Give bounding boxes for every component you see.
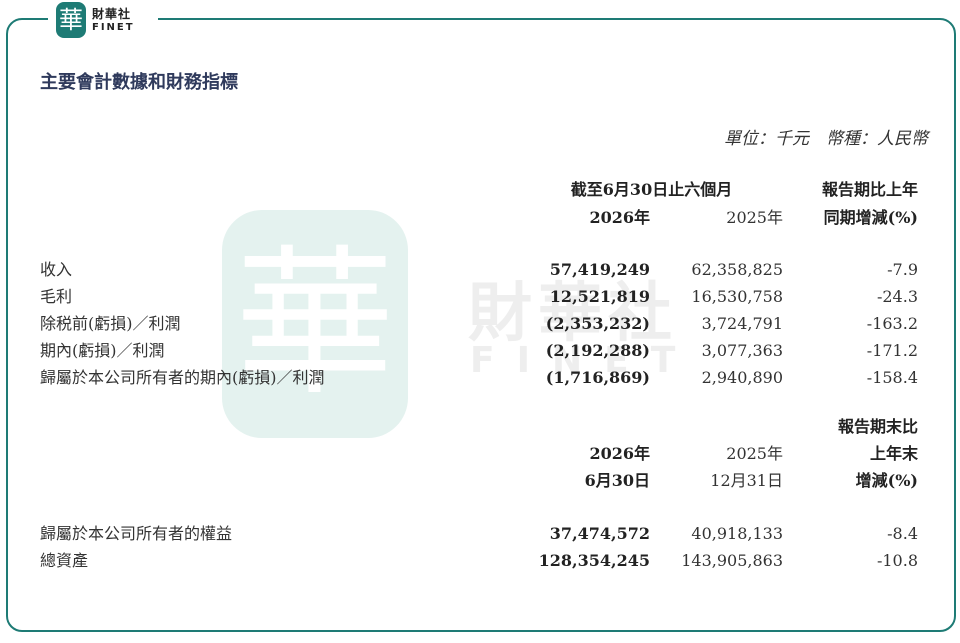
row-change: -8.4: [887, 524, 918, 543]
balance-prior-year: 2025年: [726, 444, 783, 463]
row-label: 歸屬於本公司所有者的權益: [40, 524, 233, 543]
row-current: 12,521,819: [549, 287, 650, 306]
col-prior-year: 2025年: [726, 208, 783, 227]
row-prior: 62,358,825: [691, 260, 783, 279]
col-current-year: 2026年: [589, 208, 650, 227]
row-prior: 40,918,133: [691, 524, 783, 543]
balance-prior-date: 12月31日: [710, 471, 783, 490]
row-label: 歸屬於本公司所有者的期內(虧損)／利潤: [40, 368, 325, 387]
logo-seal-icon: 華: [56, 2, 86, 38]
logo-name-cn: 財華社: [92, 7, 132, 21]
balance-change-line1: 報告期末比: [837, 417, 918, 436]
row-prior: 3,724,791: [701, 314, 783, 333]
row-current: (2,353,232): [545, 314, 650, 333]
row-current: 37,474,572: [549, 524, 650, 543]
row-change: -171.2: [866, 341, 918, 360]
row-label: 毛利: [40, 287, 73, 306]
period-header: 截至6月30日止六個月: [570, 180, 733, 199]
change-header-line2: 同期增減(%): [823, 208, 918, 227]
row-prior: 2,940,890: [701, 368, 783, 387]
row-current: 128,354,245: [538, 551, 650, 570]
balance-change-line2: 上年末: [869, 444, 918, 463]
watermark-seal-icon: 華: [222, 210, 408, 438]
row-change: -10.8: [876, 551, 918, 570]
row-prior: 143,905,863: [681, 551, 783, 570]
row-change: -158.4: [866, 368, 918, 387]
logo-name-en: FINET: [92, 22, 135, 33]
row-current: 57,419,249: [549, 260, 650, 279]
row-label: 除税前(虧損)／利潤: [40, 314, 181, 333]
balance-current-date: 6月30日: [584, 471, 650, 490]
row-current: (2,192,288): [545, 341, 650, 360]
row-current: (1,716,869): [545, 368, 650, 387]
row-prior: 3,077,363: [701, 341, 783, 360]
row-label: 總資產: [40, 551, 89, 570]
row-change: -24.3: [876, 287, 918, 306]
unit-note: 單位：千元 幣種：人民幣: [724, 129, 928, 149]
row-change: -163.2: [866, 314, 918, 333]
row-label: 期內(虧損)／利潤: [40, 341, 165, 360]
row-change: -7.9: [887, 260, 918, 279]
change-header-line1: 報告期比上年: [821, 180, 918, 199]
finet-logo: 華 財華社 FINET: [48, 0, 158, 40]
row-prior: 16,530,758: [691, 287, 783, 306]
row-label: 收入: [40, 260, 73, 279]
balance-current-year: 2026年: [589, 444, 650, 463]
balance-change-line3: 增減(%): [855, 471, 918, 490]
page-title: 主要會計數據和財務指標: [40, 72, 238, 93]
